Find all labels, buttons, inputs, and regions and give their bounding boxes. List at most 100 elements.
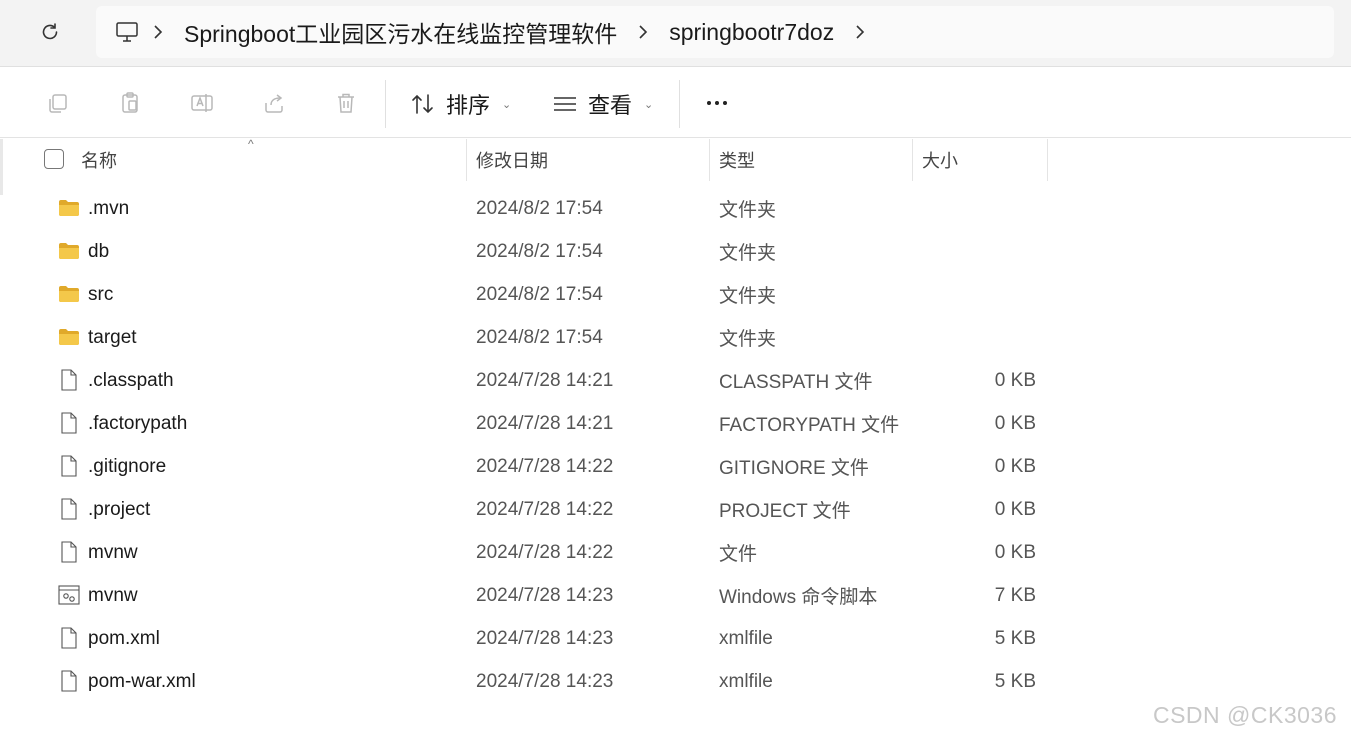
file-type: 文件夹 — [719, 200, 777, 221]
file-name: mvnw — [88, 541, 138, 563]
select-all-checkbox[interactable] — [44, 149, 64, 169]
chevron-down-icon: ⌄ — [644, 98, 654, 111]
file-size — [920, 230, 1036, 273]
column-header-modified[interactable]: 修改日期 — [467, 139, 709, 181]
column-header-type[interactable]: 类型 — [710, 139, 912, 181]
file-icon — [60, 498, 82, 520]
file-type: 文件夹 — [719, 286, 777, 307]
file-name: db — [88, 240, 110, 262]
file-row[interactable]: src 2024/8/2 17:54 文件夹 — [0, 273, 1351, 316]
file-type: PROJECT 文件 — [719, 501, 851, 522]
file-name: pom.xml — [88, 627, 160, 649]
chevron-right-icon[interactable] — [140, 19, 176, 45]
file-name: .factorypath — [88, 412, 188, 434]
file-size: 7 KB — [994, 584, 1036, 606]
this-pc-icon[interactable] — [114, 19, 140, 45]
watermark: CSDN @CK3036 — [1152, 702, 1337, 728]
file-size — [920, 187, 1036, 230]
column-divider[interactable] — [1047, 139, 1048, 181]
file-type: 文件夹 — [719, 329, 777, 350]
sort-label: 排序 — [446, 93, 491, 118]
file-icon — [60, 412, 82, 434]
chevron-right-icon[interactable] — [842, 19, 878, 45]
file-row[interactable]: db 2024/8/2 17:54 文件夹 — [0, 230, 1351, 273]
view-label: 查看 — [588, 93, 633, 118]
file-row[interactable]: target 2024/8/2 17:54 文件夹 — [0, 316, 1351, 359]
more-options-icon[interactable] — [700, 90, 734, 116]
toolbar-divider — [385, 80, 386, 128]
file-icon — [60, 369, 82, 391]
column-header-size[interactable]: 大小 — [913, 139, 1047, 181]
file-name: .classpath — [88, 369, 174, 391]
file-row[interactable]: mvnw 2024/7/28 14:22 文件 0 KB — [0, 531, 1351, 574]
file-size: 0 KB — [994, 455, 1036, 477]
file-row[interactable]: mvnw 2024/7/28 14:23 Windows 命令脚本 7 KB — [0, 574, 1351, 617]
file-row[interactable]: .gitignore 2024/7/28 14:22 GITIGNORE 文件 0 K… — [0, 445, 1351, 488]
file-modified: 2024/7/28 14:21 — [476, 412, 614, 434]
column-headers: ^ 名称 修改日期 类型 大小 — [0, 137, 1351, 181]
file-icon — [60, 627, 82, 649]
file-modified: 2024/8/2 17:54 — [476, 283, 603, 305]
share-icon[interactable] — [261, 90, 287, 116]
file-size: 5 KB — [994, 627, 1036, 649]
rename-icon[interactable] — [189, 90, 215, 116]
file-type: 文件夹 — [719, 243, 777, 264]
chevron-down-icon: ⌄ — [502, 98, 512, 111]
file-icon — [60, 455, 82, 477]
file-modified: 2024/7/28 14:21 — [476, 369, 614, 391]
file-modified: 2024/7/28 14:23 — [476, 584, 614, 606]
file-list: .mvn 2024/8/2 17:54 文件夹 db 2024/8/2 17:54 文件夹… — [0, 187, 1351, 703]
file-size — [920, 316, 1036, 359]
file-name: mvnw — [88, 584, 138, 606]
file-name: .mvn — [88, 197, 130, 219]
folder-icon — [58, 285, 80, 305]
view-list-icon — [554, 97, 576, 111]
file-name: .gitignore — [88, 455, 167, 477]
file-modified: 2024/8/2 17:54 — [476, 240, 603, 262]
file-icon — [60, 670, 82, 692]
sort-button[interactable]: 排序 ⌄ — [410, 88, 511, 120]
file-size: 0 KB — [994, 498, 1036, 520]
file-type: xmlfile — [719, 670, 773, 692]
file-name: pom-war.xml — [88, 670, 196, 692]
file-modified: 2024/8/2 17:54 — [476, 326, 603, 348]
column-header-name[interactable]: 名称 — [72, 139, 466, 181]
file-row[interactable]: .classpath 2024/7/28 14:21 CLASSPATH 文件 0 K… — [0, 359, 1351, 402]
file-row[interactable]: .mvn 2024/8/2 17:54 文件夹 — [0, 187, 1351, 230]
file-modified: 2024/7/28 14:22 — [476, 498, 614, 520]
file-type: Windows 命令脚本 — [719, 587, 878, 608]
breadcrumb-item-project[interactable]: Springboot工业园区污水在线监控管理软件 — [176, 15, 625, 49]
file-modified: 2024/7/28 14:23 — [476, 627, 614, 649]
file-size — [920, 273, 1036, 316]
delete-icon[interactable] — [333, 90, 359, 116]
file-modified: 2024/7/28 14:22 — [476, 541, 614, 563]
file-row[interactable]: .factorypath 2024/7/28 14:21 FACTORYPATH 文… — [0, 402, 1351, 445]
file-row[interactable]: pom.xml 2024/7/28 14:23 xmlfile 5 KB — [0, 617, 1351, 660]
breadcrumb-item-folder[interactable]: springbootr7doz — [661, 19, 842, 46]
command-toolbar: 排序 ⌄ 查看 ⌄ — [0, 68, 1351, 138]
file-row[interactable]: .project 2024/7/28 14:22 PROJECT 文件 0 KB — [0, 488, 1351, 531]
file-icon — [60, 541, 82, 563]
breadcrumb[interactable]: Springboot工业园区污水在线监控管理软件 springbootr7doz — [96, 6, 1334, 58]
folder-icon — [58, 199, 80, 219]
script-icon — [58, 585, 80, 605]
file-name: src — [88, 283, 114, 305]
file-size: 0 KB — [994, 369, 1036, 391]
paste-icon[interactable] — [117, 90, 143, 116]
folder-icon — [58, 328, 80, 348]
file-type: xmlfile — [719, 627, 773, 649]
view-button[interactable]: 查看 ⌄ — [552, 88, 653, 120]
copy-icon[interactable] — [45, 90, 71, 116]
refresh-icon[interactable] — [36, 18, 64, 46]
file-size: 5 KB — [994, 670, 1036, 692]
file-modified: 2024/7/28 14:22 — [476, 455, 614, 477]
chevron-right-icon[interactable] — [625, 19, 661, 45]
toolbar-divider — [679, 80, 680, 128]
folder-icon — [58, 242, 80, 262]
file-size: 0 KB — [994, 412, 1036, 434]
file-type: GITIGNORE 文件 — [719, 458, 869, 479]
file-type: FACTORYPATH 文件 — [719, 415, 900, 436]
file-name: .project — [88, 498, 151, 520]
file-name: target — [88, 326, 137, 348]
file-row[interactable]: pom-war.xml 2024/7/28 14:23 xmlfile 5 KB — [0, 660, 1351, 703]
